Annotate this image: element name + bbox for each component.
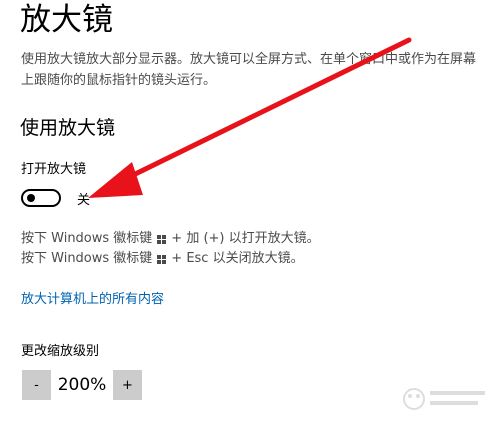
shortcut-open-prefix: 按下 Windows 徽标键 xyxy=(21,231,153,246)
shortcut-close-prefix: 按下 Windows 徽标键 xyxy=(21,251,153,266)
section-heading-use-magnifier: 使用放大镜 xyxy=(20,117,116,139)
shortcut-open-suffix: + 加 (+) 以打开放大镜。 xyxy=(171,231,320,246)
zoom-stepper: - 200% + xyxy=(22,370,142,400)
page-title: 放大镜 xyxy=(20,2,113,38)
magnifier-settings-page: 放大镜 使用放大镜放大部分显示器。放大镜可以全屏方式、在单个窗口中或作为在屏幕上… xyxy=(0,0,500,427)
shortcut-open-text: 按下 Windows 徽标键 + 加 (+) 以打开放大镜。 xyxy=(21,229,320,249)
zoom-decrease-button[interactable]: - xyxy=(22,370,51,400)
windows-logo-icon xyxy=(157,234,167,244)
magnifier-toggle-switch[interactable] xyxy=(21,189,61,207)
zoom-increase-button[interactable]: + xyxy=(113,370,142,400)
toggle-knob xyxy=(27,194,35,202)
page-description: 使用放大镜放大部分显示器。放大镜可以全屏方式、在单个窗口中或作为在屏幕上跟随你的… xyxy=(21,52,477,88)
zoom-level-value: 200% xyxy=(57,375,107,395)
shortcut-close-text: 按下 Windows 徽标键 + Esc 以关闭放大镜。 xyxy=(21,249,304,269)
shortcut-close-suffix: + Esc 以关闭放大镜。 xyxy=(171,251,304,266)
magnifier-toggle-row: 关 xyxy=(21,187,90,209)
windows-logo-icon xyxy=(157,254,167,264)
magnify-everything-link[interactable]: 放大计算机上的所有内容 xyxy=(21,290,164,310)
toggle-state-label: 关 xyxy=(77,192,91,208)
zoom-level-label: 更改缩放级别 xyxy=(21,344,100,359)
toggle-label: 打开放大镜 xyxy=(21,162,87,177)
watermark-logo xyxy=(403,388,485,410)
